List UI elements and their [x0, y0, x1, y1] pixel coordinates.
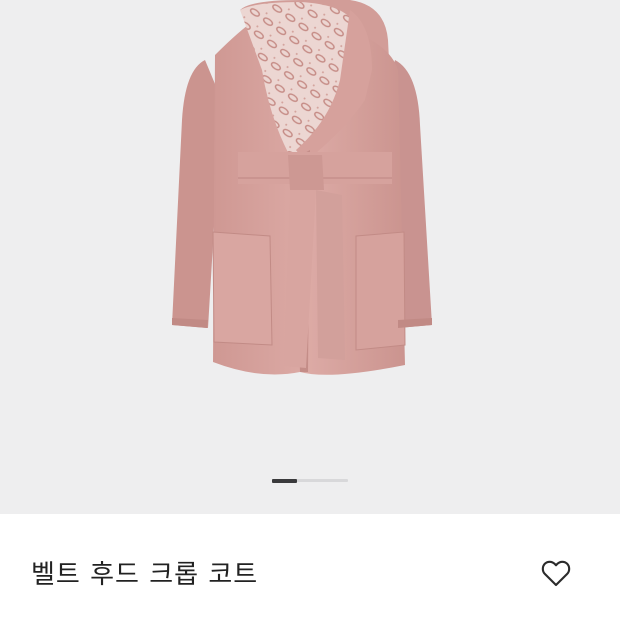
gallery-pager-active	[272, 478, 297, 483]
gallery-pager[interactable]	[272, 478, 348, 483]
heart-outline-icon[interactable]	[539, 556, 573, 590]
product-name: 벨트 후드 크롭 코트	[31, 560, 259, 590]
product-gallery[interactable]	[0, 0, 620, 514]
product-image[interactable]	[0, 0, 620, 514]
product-info-bar: 벨트 후드 크롭 코트	[0, 514, 620, 620]
